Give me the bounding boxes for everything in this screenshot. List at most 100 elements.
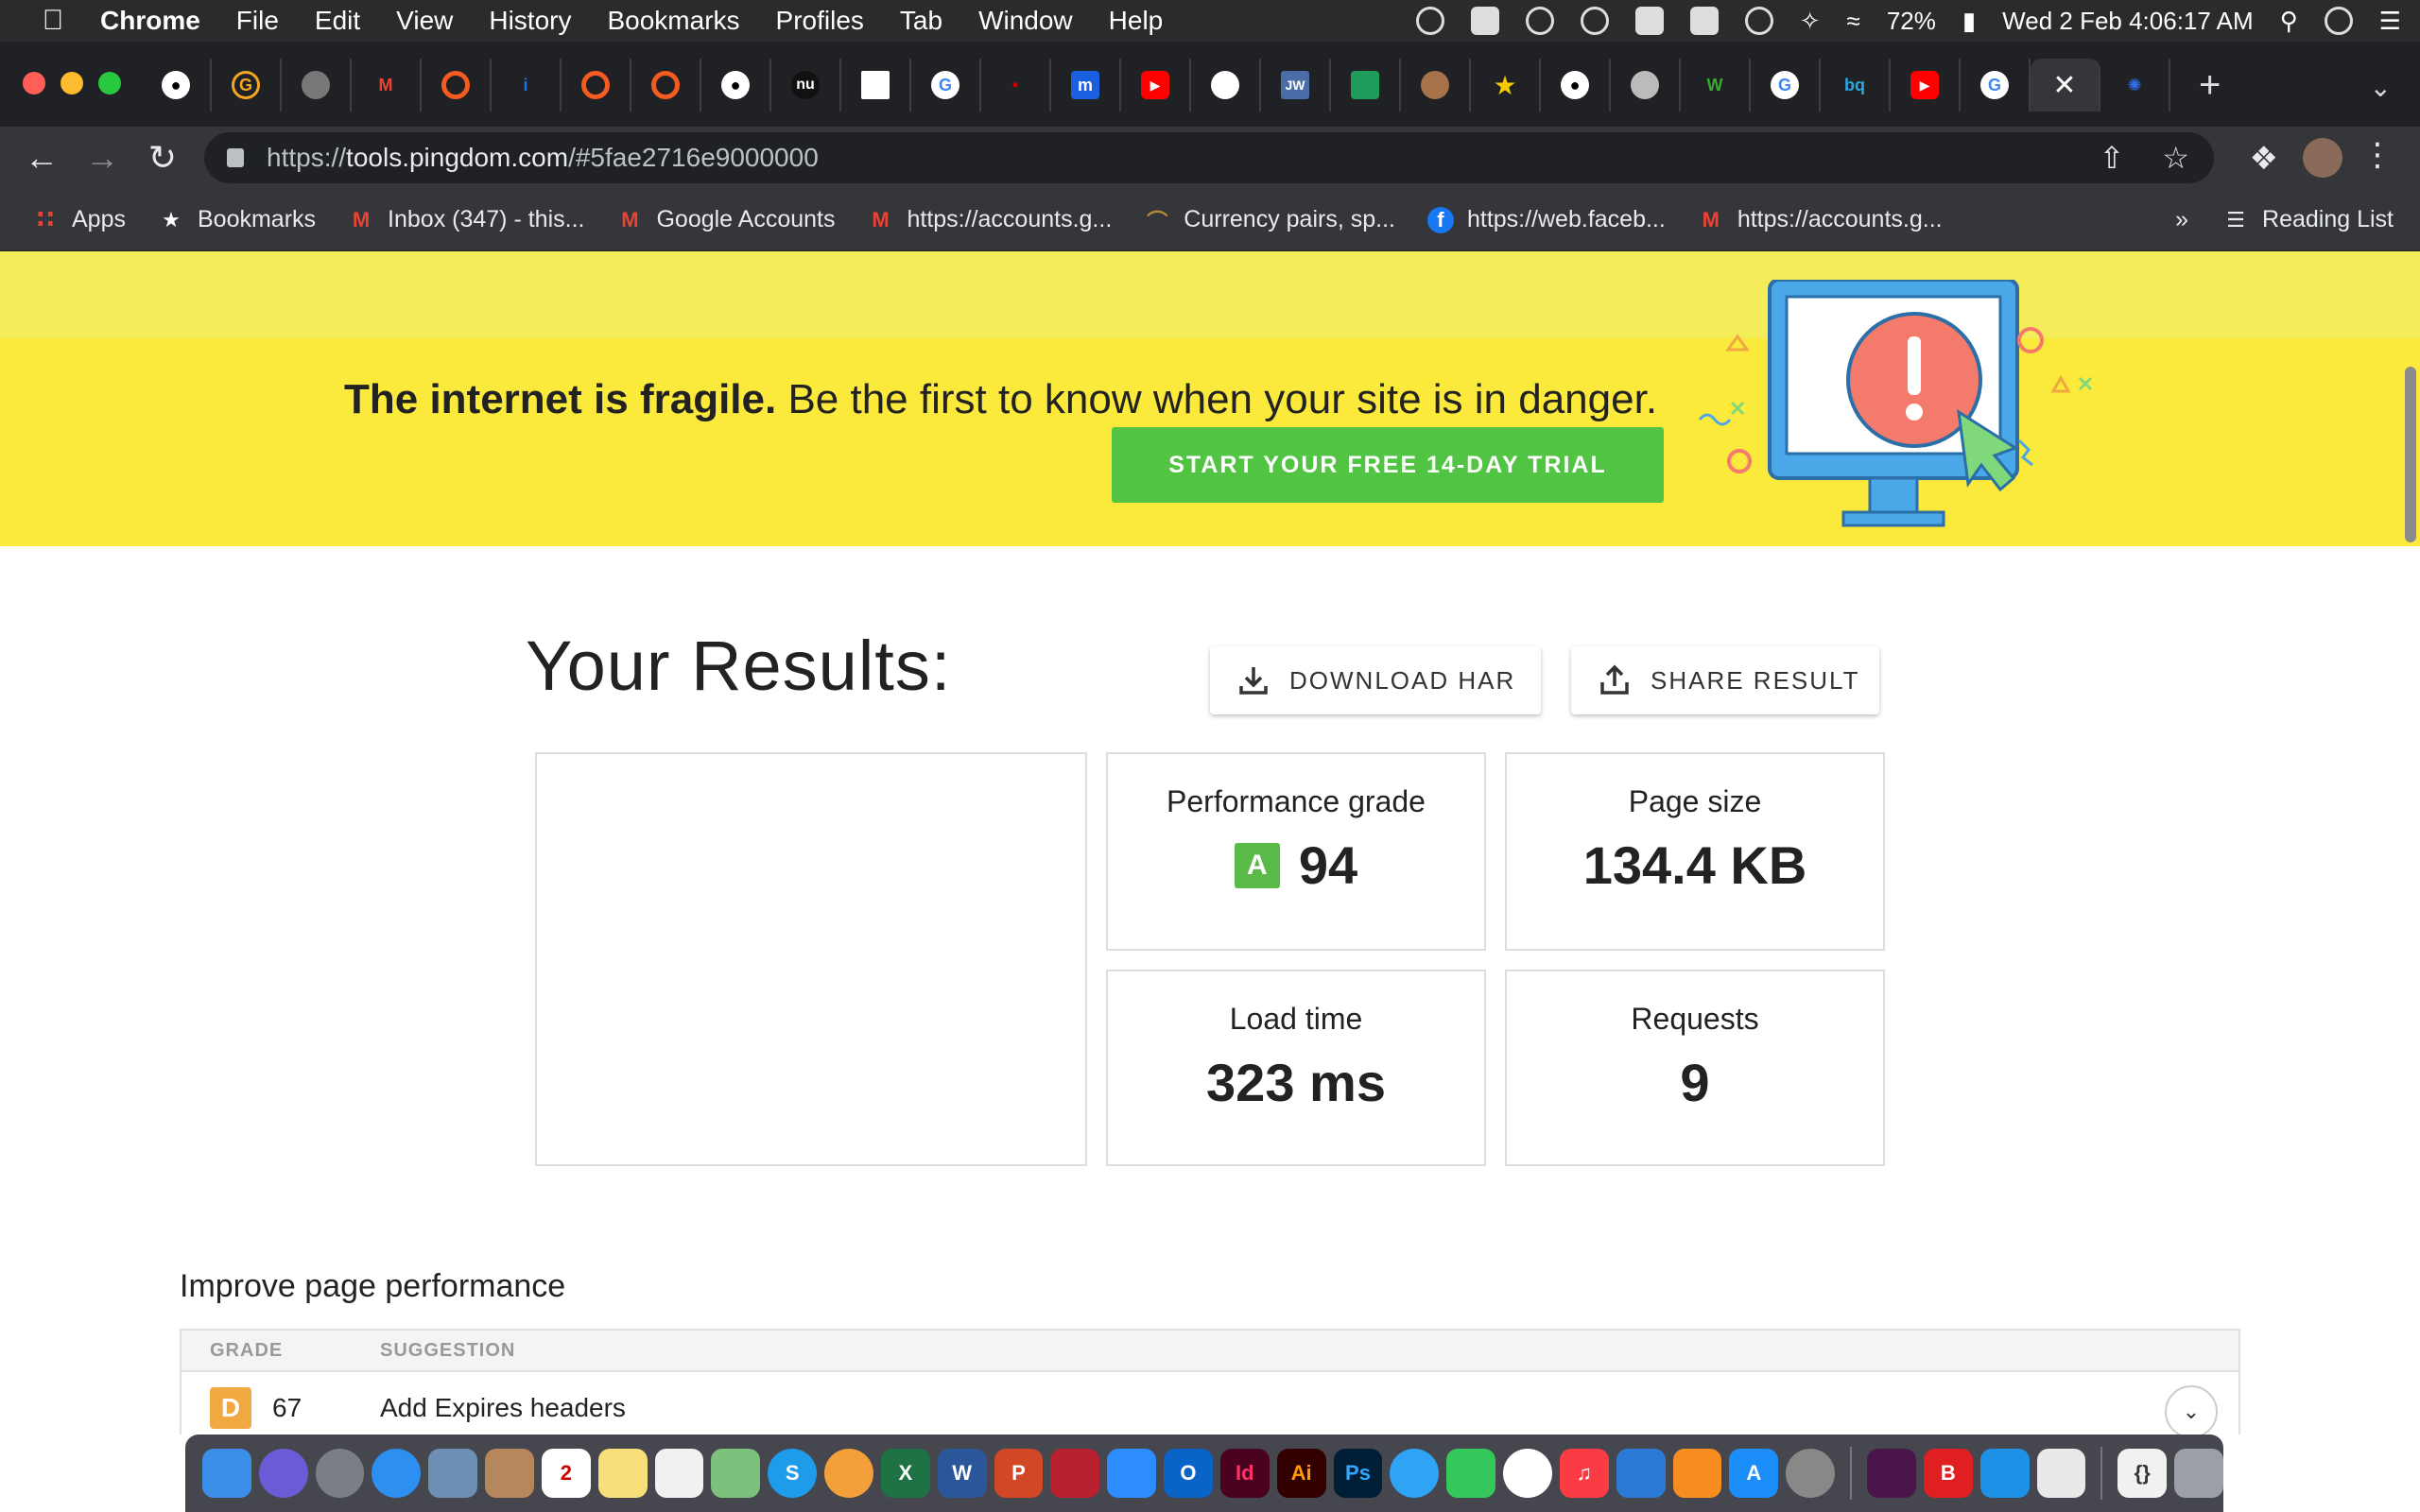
profile-avatar[interactable] <box>2303 138 2342 178</box>
minimize-window-button[interactable] <box>60 72 83 94</box>
start-trial-button[interactable]: START YOUR FREE 14-DAY TRIAL <box>1112 427 1664 503</box>
b-app-icon[interactable]: B <box>1923 1449 1973 1498</box>
calendar-icon[interactable]: 2 <box>541 1449 591 1498</box>
close-tab-icon[interactable]: ✕ <box>2052 69 2076 102</box>
tab-github-2[interactable]: ● <box>701 59 771 112</box>
menu-window[interactable]: Window <box>978 6 1073 36</box>
b-app-status-icon[interactable] <box>1634 7 1664 35</box>
spotlight-search-icon[interactable]: ⚲ <box>2280 7 2298 36</box>
battery-icon[interactable]: ▮ <box>1962 7 1976 36</box>
launchpad-icon[interactable] <box>315 1449 365 1498</box>
facetime-icon[interactable] <box>1446 1449 1496 1498</box>
zoom-icon[interactable] <box>1107 1449 1157 1498</box>
menu-tab[interactable]: Tab <box>900 6 942 36</box>
tab-seal[interactable] <box>1611 59 1681 112</box>
tab-g-orange[interactable]: G <box>212 59 282 112</box>
shield-status-icon[interactable] <box>1525 7 1554 35</box>
safari-icon[interactable] <box>372 1449 422 1498</box>
apple-menu-icon[interactable]:  <box>34 5 72 37</box>
tab-star[interactable]: ★ <box>1471 59 1541 112</box>
docker-status-icon[interactable] <box>1470 7 1499 35</box>
zoom-window-button[interactable] <box>98 72 121 94</box>
music-icon[interactable]: ♫ <box>1559 1449 1609 1498</box>
tab-active-pingdom[interactable]: ✕ <box>2031 59 2100 112</box>
battery-percent[interactable]: 72% <box>1887 7 1936 36</box>
more-menu-icon[interactable]: ⋮ <box>2361 136 2394 174</box>
indesign-icon[interactable]: Id <box>1219 1449 1270 1498</box>
photos-icon[interactable] <box>824 1449 873 1498</box>
tab-bird[interactable] <box>1191 59 1261 112</box>
activity-icon[interactable] <box>2036 1449 2086 1498</box>
tab-bq[interactable]: bq <box>1821 59 1891 112</box>
extensions-puzzle-icon[interactable]: ❖ <box>2250 140 2278 178</box>
tab-checker[interactable] <box>841 59 911 112</box>
tab-w[interactable]: W <box>1681 59 1751 112</box>
reminders-icon[interactable] <box>654 1449 704 1498</box>
preview-icon[interactable] <box>428 1449 478 1498</box>
close-window-button[interactable] <box>23 72 45 94</box>
chrome-icon[interactable] <box>1503 1449 1552 1498</box>
menu-history[interactable]: History <box>489 6 571 36</box>
menu-bookmarks[interactable]: Bookmarks <box>607 6 739 36</box>
bookmark-google-accounts[interactable]: M Google Accounts <box>616 206 835 233</box>
tab-youtube-2[interactable]: ▶ <box>1891 59 1961 112</box>
tab-globe[interactable] <box>282 59 352 112</box>
control-center-icon[interactable]: ☰ <box>2379 7 2401 36</box>
bookmark-currency-pairs[interactable]: ⌒ Currency pairs, sp... <box>1144 206 1395 233</box>
app-store-icon[interactable]: A <box>1729 1449 1779 1498</box>
tab-nu[interactable]: nu <box>771 59 841 112</box>
bookmark-bookmarks[interactable]: ★ Bookmarks <box>158 206 316 233</box>
lock-icon[interactable] <box>227 148 244 167</box>
docker-icon[interactable] <box>1979 1449 2030 1498</box>
excel-icon[interactable]: X <box>880 1449 930 1498</box>
tab-chip[interactable] <box>1331 59 1401 112</box>
finder-icon[interactable] <box>202 1449 251 1498</box>
system-preferences-icon[interactable] <box>1786 1449 1836 1498</box>
bluetooth-icon[interactable]: ✧ <box>1800 7 1821 36</box>
tab-google-3[interactable]: G <box>1961 59 2031 112</box>
bookmarks-overflow-button[interactable]: » <box>2175 206 2188 233</box>
tab-jw[interactable]: JW <box>1261 59 1331 112</box>
page-scrollbar-thumb[interactable] <box>2405 367 2416 542</box>
tab-circle-2[interactable] <box>562 59 631 112</box>
tab-google-1[interactable]: G <box>911 59 981 112</box>
new-tab-button[interactable]: + <box>2199 64 2221 107</box>
tab-m-blue[interactable]: m <box>1051 59 1121 112</box>
expand-chevron-icon[interactable]: ⌄ <box>2165 1385 2218 1435</box>
menu-help[interactable]: Help <box>1109 6 1164 36</box>
bookmark-accounts-1[interactable]: Mhttps://accounts.g... <box>867 206 1112 233</box>
contacts-icon[interactable] <box>485 1449 534 1498</box>
messages-icon[interactable] <box>1390 1449 1440 1498</box>
tab-youtube-1[interactable]: ▶ <box>1121 59 1191 112</box>
illustrator-icon[interactable]: Ai <box>1276 1449 1326 1498</box>
siri-icon[interactable] <box>2324 7 2353 35</box>
time-machine-icon[interactable] <box>1744 7 1773 35</box>
tab-google-2[interactable]: G <box>1751 59 1821 112</box>
powerpoint-icon[interactable]: P <box>994 1449 1044 1498</box>
maps-icon[interactable] <box>711 1449 761 1498</box>
bookmark-accounts-2[interactable]: Mhttps://accounts.g... <box>1698 206 1943 233</box>
tab-gmail[interactable]: M <box>352 59 422 112</box>
photoshop-icon[interactable]: Ps <box>1333 1449 1383 1498</box>
tab-dot[interactable]: • <box>981 59 1051 112</box>
tab-medium[interactable]: ● <box>1541 59 1611 112</box>
menu-app-name[interactable]: Chrome <box>100 6 200 36</box>
notes-icon[interactable] <box>597 1449 648 1498</box>
books-icon[interactable] <box>1672 1449 1722 1498</box>
menu-file[interactable]: File <box>236 6 279 36</box>
vscode-icon[interactable] <box>1616 1449 1666 1498</box>
checkmark-status-icon[interactable] <box>1415 7 1444 35</box>
json-file-icon[interactable]: {} <box>2118 1449 2168 1498</box>
back-arrow-icon[interactable]: ← <box>11 138 72 178</box>
c-app-status-icon[interactable] <box>1689 7 1719 35</box>
bookmark-inbox[interactable]: M Inbox (347) - this... <box>348 206 585 233</box>
tab-github[interactable]: ● <box>142 59 212 112</box>
word-icon[interactable]: W <box>937 1449 987 1498</box>
menu-view[interactable]: View <box>396 6 453 36</box>
siri-icon[interactable] <box>258 1449 308 1498</box>
tab-info[interactable]: i <box>492 59 562 112</box>
tab-search-chevron-icon[interactable]: ⌄ <box>2370 72 2392 103</box>
tab-circle-1[interactable] <box>422 59 492 112</box>
trash-icon[interactable] <box>2174 1449 2223 1498</box>
menu-profiles[interactable]: Profiles <box>776 6 864 36</box>
